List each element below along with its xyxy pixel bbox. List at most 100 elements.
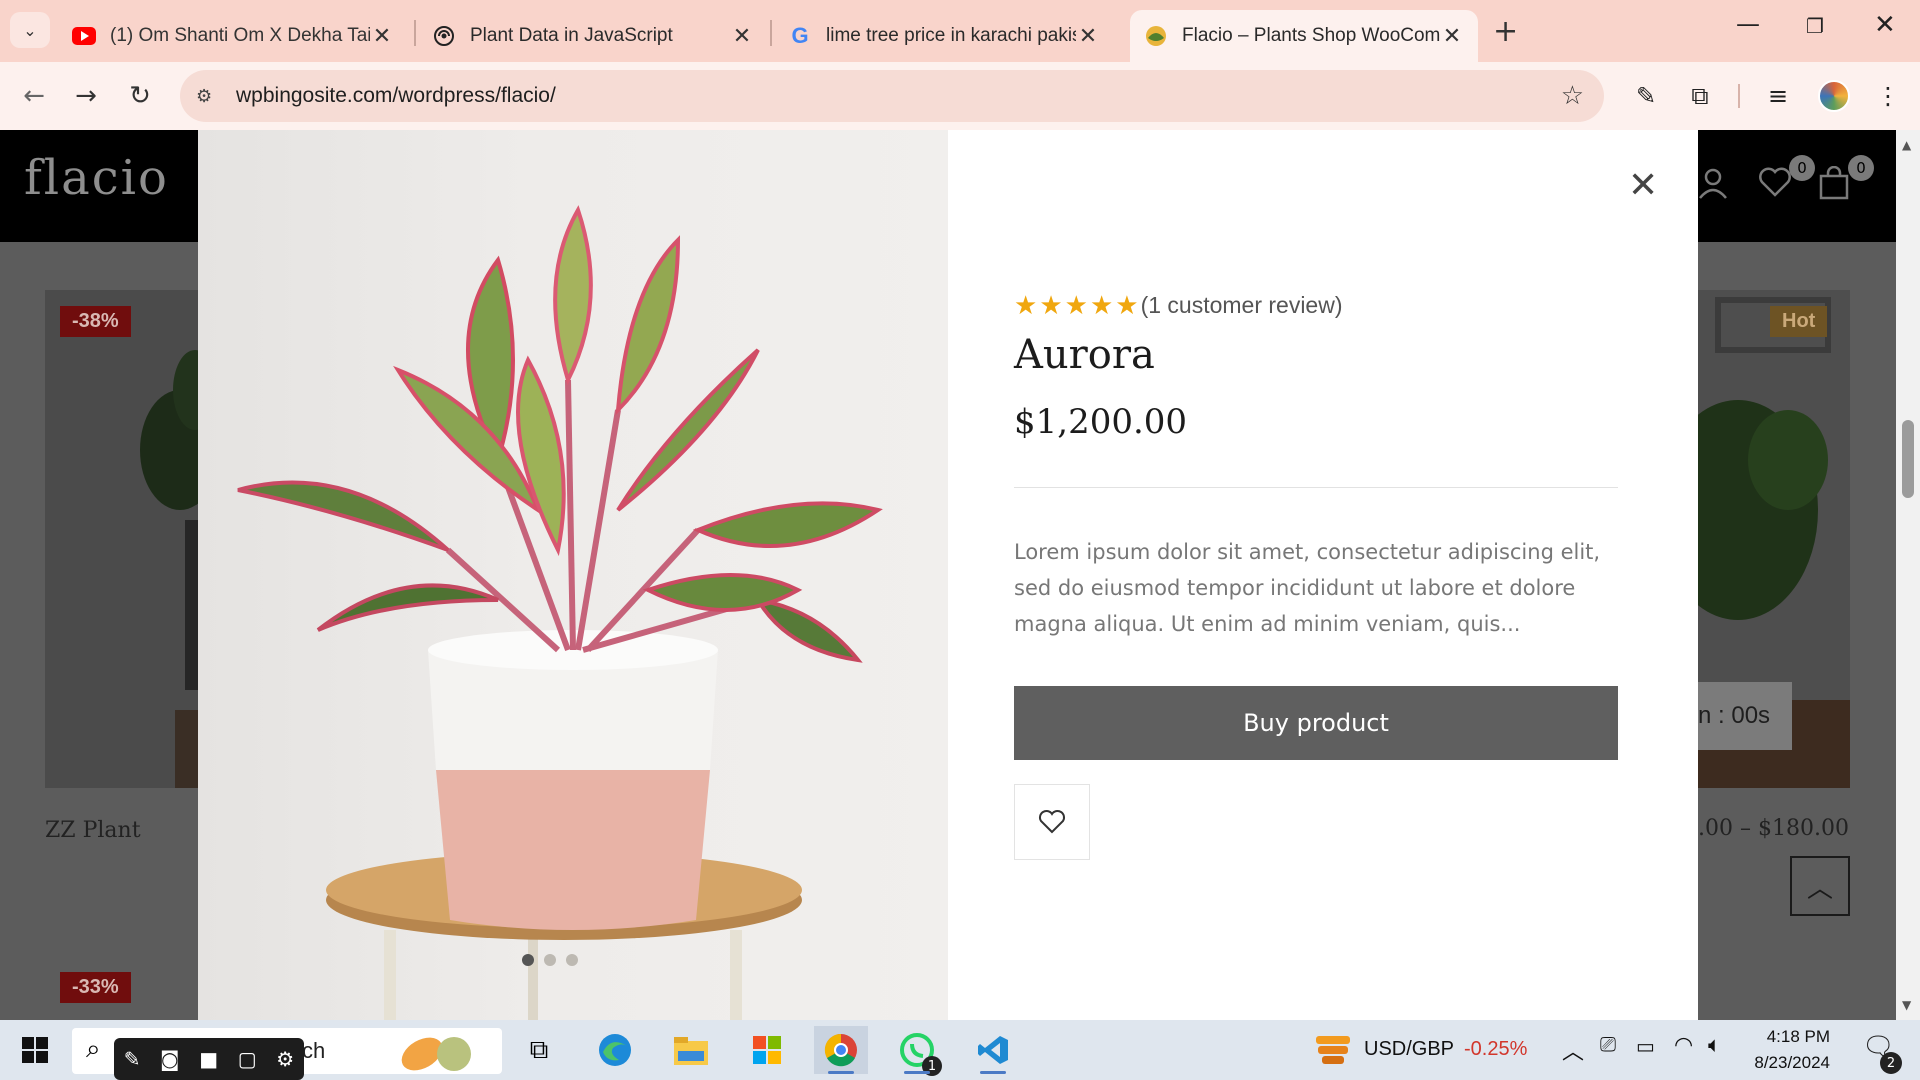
- product-price-range: .00 – $180.00: [1698, 816, 1849, 841]
- product-image-panel: [198, 130, 948, 1020]
- extensions-icon[interactable]: ⧉: [1682, 78, 1718, 114]
- product-card-image[interactable]: [45, 290, 198, 788]
- menu-kebab-icon[interactable]: ⋮: [1870, 78, 1906, 114]
- microsoft-store-icon[interactable]: [740, 1026, 794, 1074]
- product-description: Lorem ipsum dolor sit amet, consectetur …: [1014, 540, 1601, 636]
- chevron-up-icon: ︿: [1806, 873, 1833, 904]
- gear-icon[interactable]: ⚙: [276, 1047, 294, 1071]
- tab-title: (1) Om Shanti Om X Dekha Tain: [110, 25, 370, 46]
- bookmark-star-icon[interactable]: ☆: [1561, 81, 1584, 111]
- cart-bag-icon[interactable]: [1818, 165, 1850, 208]
- tab-title: Plant Data in JavaScript: [470, 25, 673, 46]
- show-hidden-icons-icon[interactable]: ︿: [1562, 1034, 1584, 1066]
- notification-count-badge: 2: [1880, 1052, 1902, 1074]
- melon-search-highlight-icon: [401, 1037, 471, 1071]
- page-scrollbar[interactable]: ▲ ▼: [1896, 130, 1920, 1020]
- minimize-icon[interactable]: —: [1736, 10, 1760, 38]
- wifi-icon[interactable]: ◠: [1674, 1032, 1693, 1058]
- google-icon: G: [791, 23, 809, 48]
- zz-plant-image: [45, 290, 198, 788]
- review-count-link[interactable]: (1 customer review): [1141, 292, 1343, 319]
- search-text[interactable]: ch: [302, 1038, 325, 1064]
- task-view-icon[interactable]: ⧉: [512, 1026, 566, 1074]
- tab-search-button[interactable]: ⌄: [10, 12, 50, 48]
- chrome-icon[interactable]: [814, 1026, 868, 1074]
- close-modal-button[interactable]: ✕: [1628, 168, 1658, 204]
- snipping-tool-bar: ✎ ◙ ■ ▢ ⚙: [114, 1038, 304, 1080]
- star-icon: ★: [1115, 290, 1139, 320]
- battery-icon[interactable]: ▭: [1636, 1034, 1655, 1059]
- site-logo[interactable]: flacio: [24, 150, 169, 206]
- aurora-plant-image: [237, 205, 883, 1020]
- buy-product-button[interactable]: Buy product: [1014, 686, 1618, 760]
- tab-separator: [770, 20, 772, 46]
- youtube-icon: [72, 24, 96, 48]
- divider: [1014, 487, 1618, 488]
- new-tab-button[interactable]: +: [1493, 14, 1518, 49]
- video-camera-icon[interactable]: ■: [199, 1047, 218, 1071]
- heart-icon: [1038, 809, 1066, 834]
- wishlist-count-badge: 0: [1789, 155, 1815, 181]
- reload-icon[interactable]: ↻: [122, 78, 158, 114]
- tab-title: Flacio – Plants Shop WooComm: [1182, 25, 1440, 46]
- stock-ticker-icon[interactable]: [1314, 1030, 1352, 1072]
- meet-now-icon[interactable]: ⎚: [1600, 1034, 1616, 1057]
- discount-badge: -38%: [60, 306, 131, 337]
- tab-chatgpt[interactable]: Plant Data in JavaScript ✕: [418, 10, 768, 62]
- unread-badge: 1: [922, 1056, 942, 1076]
- restore-icon[interactable]: ❐: [1806, 14, 1824, 38]
- scrollbar-thumb[interactable]: [1902, 420, 1914, 498]
- whatsapp-icon[interactable]: 1: [890, 1026, 944, 1076]
- forward-icon[interactable]: →: [68, 78, 104, 114]
- camera-icon[interactable]: ◙: [160, 1047, 179, 1071]
- back-to-top-button[interactable]: ︿: [1790, 856, 1850, 916]
- eyedropper-icon[interactable]: ✎: [1628, 78, 1664, 114]
- star-icon: ★: [1014, 290, 1038, 320]
- wishlist-icon[interactable]: [1758, 166, 1792, 206]
- back-icon[interactable]: ←: [16, 78, 52, 114]
- search-icon: ⌕: [86, 1034, 101, 1064]
- media-control-icon[interactable]: ≡: [1760, 78, 1796, 114]
- ticker-label[interactable]: USD/GBP: [1364, 1038, 1454, 1061]
- ticker-change: -0.25%: [1464, 1038, 1528, 1060]
- tab-google[interactable]: G lime tree price in karachi pakist ✕: [774, 10, 1114, 62]
- close-window-icon[interactable]: ✕: [1874, 10, 1896, 40]
- scroll-down-icon[interactable]: ▼: [1902, 998, 1911, 1012]
- hot-badge: Hot: [1770, 306, 1828, 337]
- tab-separator: [414, 20, 416, 46]
- add-to-wishlist-button[interactable]: [1014, 784, 1090, 860]
- volume-icon[interactable]: 🔈︎: [1708, 1032, 1721, 1058]
- snip-pen-icon[interactable]: ✎: [124, 1047, 141, 1071]
- profile-avatar[interactable]: [1818, 80, 1850, 112]
- vscode-icon[interactable]: [966, 1026, 1020, 1074]
- site-info-icon[interactable]: ⚙: [196, 86, 226, 107]
- url-text[interactable]: wpbingosite.com/wordpress/flacio/: [236, 84, 1561, 108]
- clock-date: 8/23/2024: [1754, 1053, 1830, 1072]
- close-tab-icon[interactable]: ✕: [1440, 23, 1464, 49]
- product-title: Aurora: [1014, 332, 1155, 378]
- system-clock[interactable]: 4:18 PM 8/23/2024: [1740, 1024, 1830, 1076]
- account-icon[interactable]: [1696, 166, 1730, 208]
- product-rating[interactable]: ★ ★ ★ ★ ★ (1 customer review): [1014, 290, 1343, 321]
- star-icon: ★: [1039, 290, 1063, 320]
- product-name[interactable]: ZZ Plant: [45, 818, 141, 843]
- window-snip-icon[interactable]: ▢: [238, 1047, 257, 1071]
- tab-flacio[interactable]: Flacio – Plants Shop WooComm ✕: [1130, 10, 1478, 62]
- close-tab-icon[interactable]: ✕: [370, 23, 394, 49]
- clock-time: 4:18 PM: [1766, 1027, 1830, 1046]
- flacio-favicon-icon: [1144, 24, 1168, 48]
- edge-icon[interactable]: [588, 1026, 642, 1074]
- scroll-up-icon[interactable]: ▲: [1902, 138, 1911, 152]
- product-price: $1,200.00: [1014, 402, 1188, 442]
- tab-youtube[interactable]: (1) Om Shanti Om X Dekha Tain ✕: [58, 10, 408, 62]
- chevron-down-icon: ⌄: [23, 20, 37, 40]
- cart-count-badge: 0: [1848, 155, 1874, 181]
- windows-start-icon[interactable]: [8, 1026, 62, 1074]
- close-tab-icon[interactable]: ✕: [730, 23, 754, 49]
- chatgpt-icon: [432, 24, 456, 48]
- close-tab-icon[interactable]: ✕: [1076, 23, 1100, 49]
- browser-toolbar: ← → ↻ ⚙ wpbingosite.com/wordpress/flacio…: [0, 62, 1920, 130]
- star-icon: ★: [1064, 290, 1088, 320]
- file-explorer-icon[interactable]: [664, 1026, 718, 1074]
- address-bar[interactable]: ⚙ wpbingosite.com/wordpress/flacio/ ☆: [180, 70, 1604, 122]
